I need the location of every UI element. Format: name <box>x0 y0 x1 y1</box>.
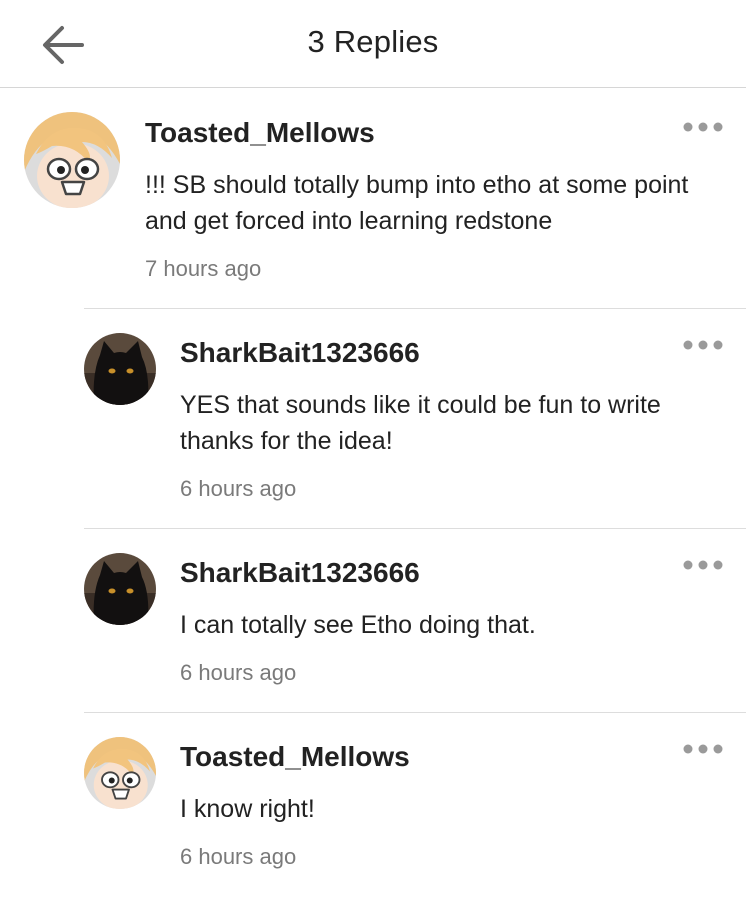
top-bar: 3 Replies <box>0 0 746 88</box>
username[interactable]: Toasted_Mellows <box>145 117 375 149</box>
avatar[interactable] <box>84 737 156 809</box>
more-options-icon[interactable] <box>682 554 724 576</box>
username[interactable]: SharkBait1323666 <box>180 557 420 589</box>
comment-text: !!! SB should totally bump into etho at … <box>145 171 689 235</box>
page-title: 3 Replies <box>307 24 439 59</box>
comment-text: I can totally see Etho doing that. <box>180 611 536 639</box>
divider <box>84 712 746 713</box>
more-options-icon[interactable] <box>682 334 724 356</box>
avatar[interactable] <box>84 553 156 625</box>
comment-text: YES that sounds like it could be fun to … <box>180 391 661 455</box>
divider <box>84 308 746 309</box>
more-options-icon[interactable] <box>682 116 724 138</box>
avatar[interactable] <box>24 112 120 208</box>
timestamp: 6 hours ago <box>180 660 297 685</box>
more-options-icon[interactable] <box>682 738 724 760</box>
timestamp: 6 hours ago <box>180 476 297 501</box>
avatar[interactable] <box>84 333 156 405</box>
username[interactable]: SharkBait1323666 <box>180 337 420 369</box>
comment-text: I know right! <box>180 795 315 823</box>
timestamp: 7 hours ago <box>145 256 262 281</box>
timestamp: 6 hours ago <box>180 844 297 869</box>
divider <box>84 528 746 529</box>
username[interactable]: Toasted_Mellows <box>180 741 410 773</box>
